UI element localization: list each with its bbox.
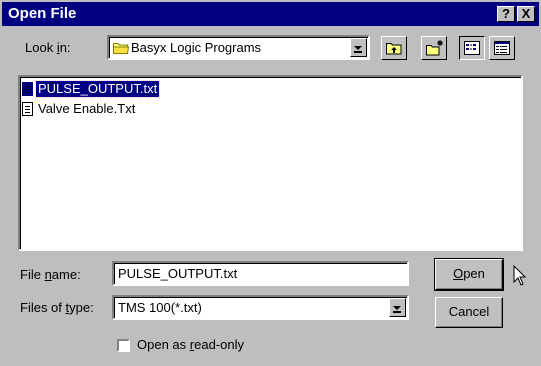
- file-item-label: Valve Enable.Txt: [38, 101, 136, 116]
- new-folder-icon: [426, 40, 444, 59]
- mouse-cursor-icon: [513, 264, 527, 290]
- file-list[interactable]: PULSE_OUTPUT.txt Valve Enable.Txt: [18, 75, 523, 251]
- details-view-icon: [494, 41, 510, 58]
- title-bar[interactable]: Open File ? X: [2, 2, 539, 26]
- file-name-value: PULSE_OUTPUT.txt: [118, 266, 238, 281]
- text-file-icon: [22, 102, 33, 116]
- folder-up-icon: [386, 41, 402, 58]
- list-view-icon: [464, 41, 480, 58]
- list-view-button[interactable]: [459, 36, 485, 60]
- open-button[interactable]: Open: [434, 258, 504, 291]
- cancel-button[interactable]: Cancel: [435, 297, 503, 328]
- file-type-label: Files of type:: [20, 300, 94, 315]
- read-only-label: Open as read-only: [137, 337, 244, 352]
- details-view-button[interactable]: [489, 36, 515, 60]
- up-one-level-button[interactable]: [381, 36, 407, 60]
- text-file-icon: [22, 82, 33, 96]
- file-name-label: File name:: [20, 267, 81, 282]
- look-in-dropdown-arrow[interactable]: [350, 38, 367, 57]
- look-in-label: Look in:: [25, 40, 71, 55]
- close-button[interactable]: X: [517, 6, 535, 22]
- file-name-input[interactable]: PULSE_OUTPUT.txt: [112, 261, 409, 286]
- look-in-value: Basyx Logic Programs: [131, 40, 262, 55]
- create-new-folder-button[interactable]: [421, 36, 447, 60]
- read-only-checkbox[interactable]: [117, 339, 130, 352]
- file-type-value: TMS 100(*.txt): [118, 300, 202, 315]
- look-in-combo[interactable]: Basyx Logic Programs: [107, 35, 370, 60]
- folder-icon: [113, 41, 130, 54]
- file-item-label: PULSE_OUTPUT.txt: [34, 80, 161, 98]
- help-button[interactable]: ?: [497, 6, 515, 22]
- window-title: Open File: [8, 5, 77, 22]
- open-file-dialog: Open File ? X Look in: Basyx Logic Progr…: [0, 0, 541, 366]
- file-type-dropdown-arrow[interactable]: [389, 298, 406, 317]
- file-type-select[interactable]: TMS 100(*.txt): [112, 295, 409, 320]
